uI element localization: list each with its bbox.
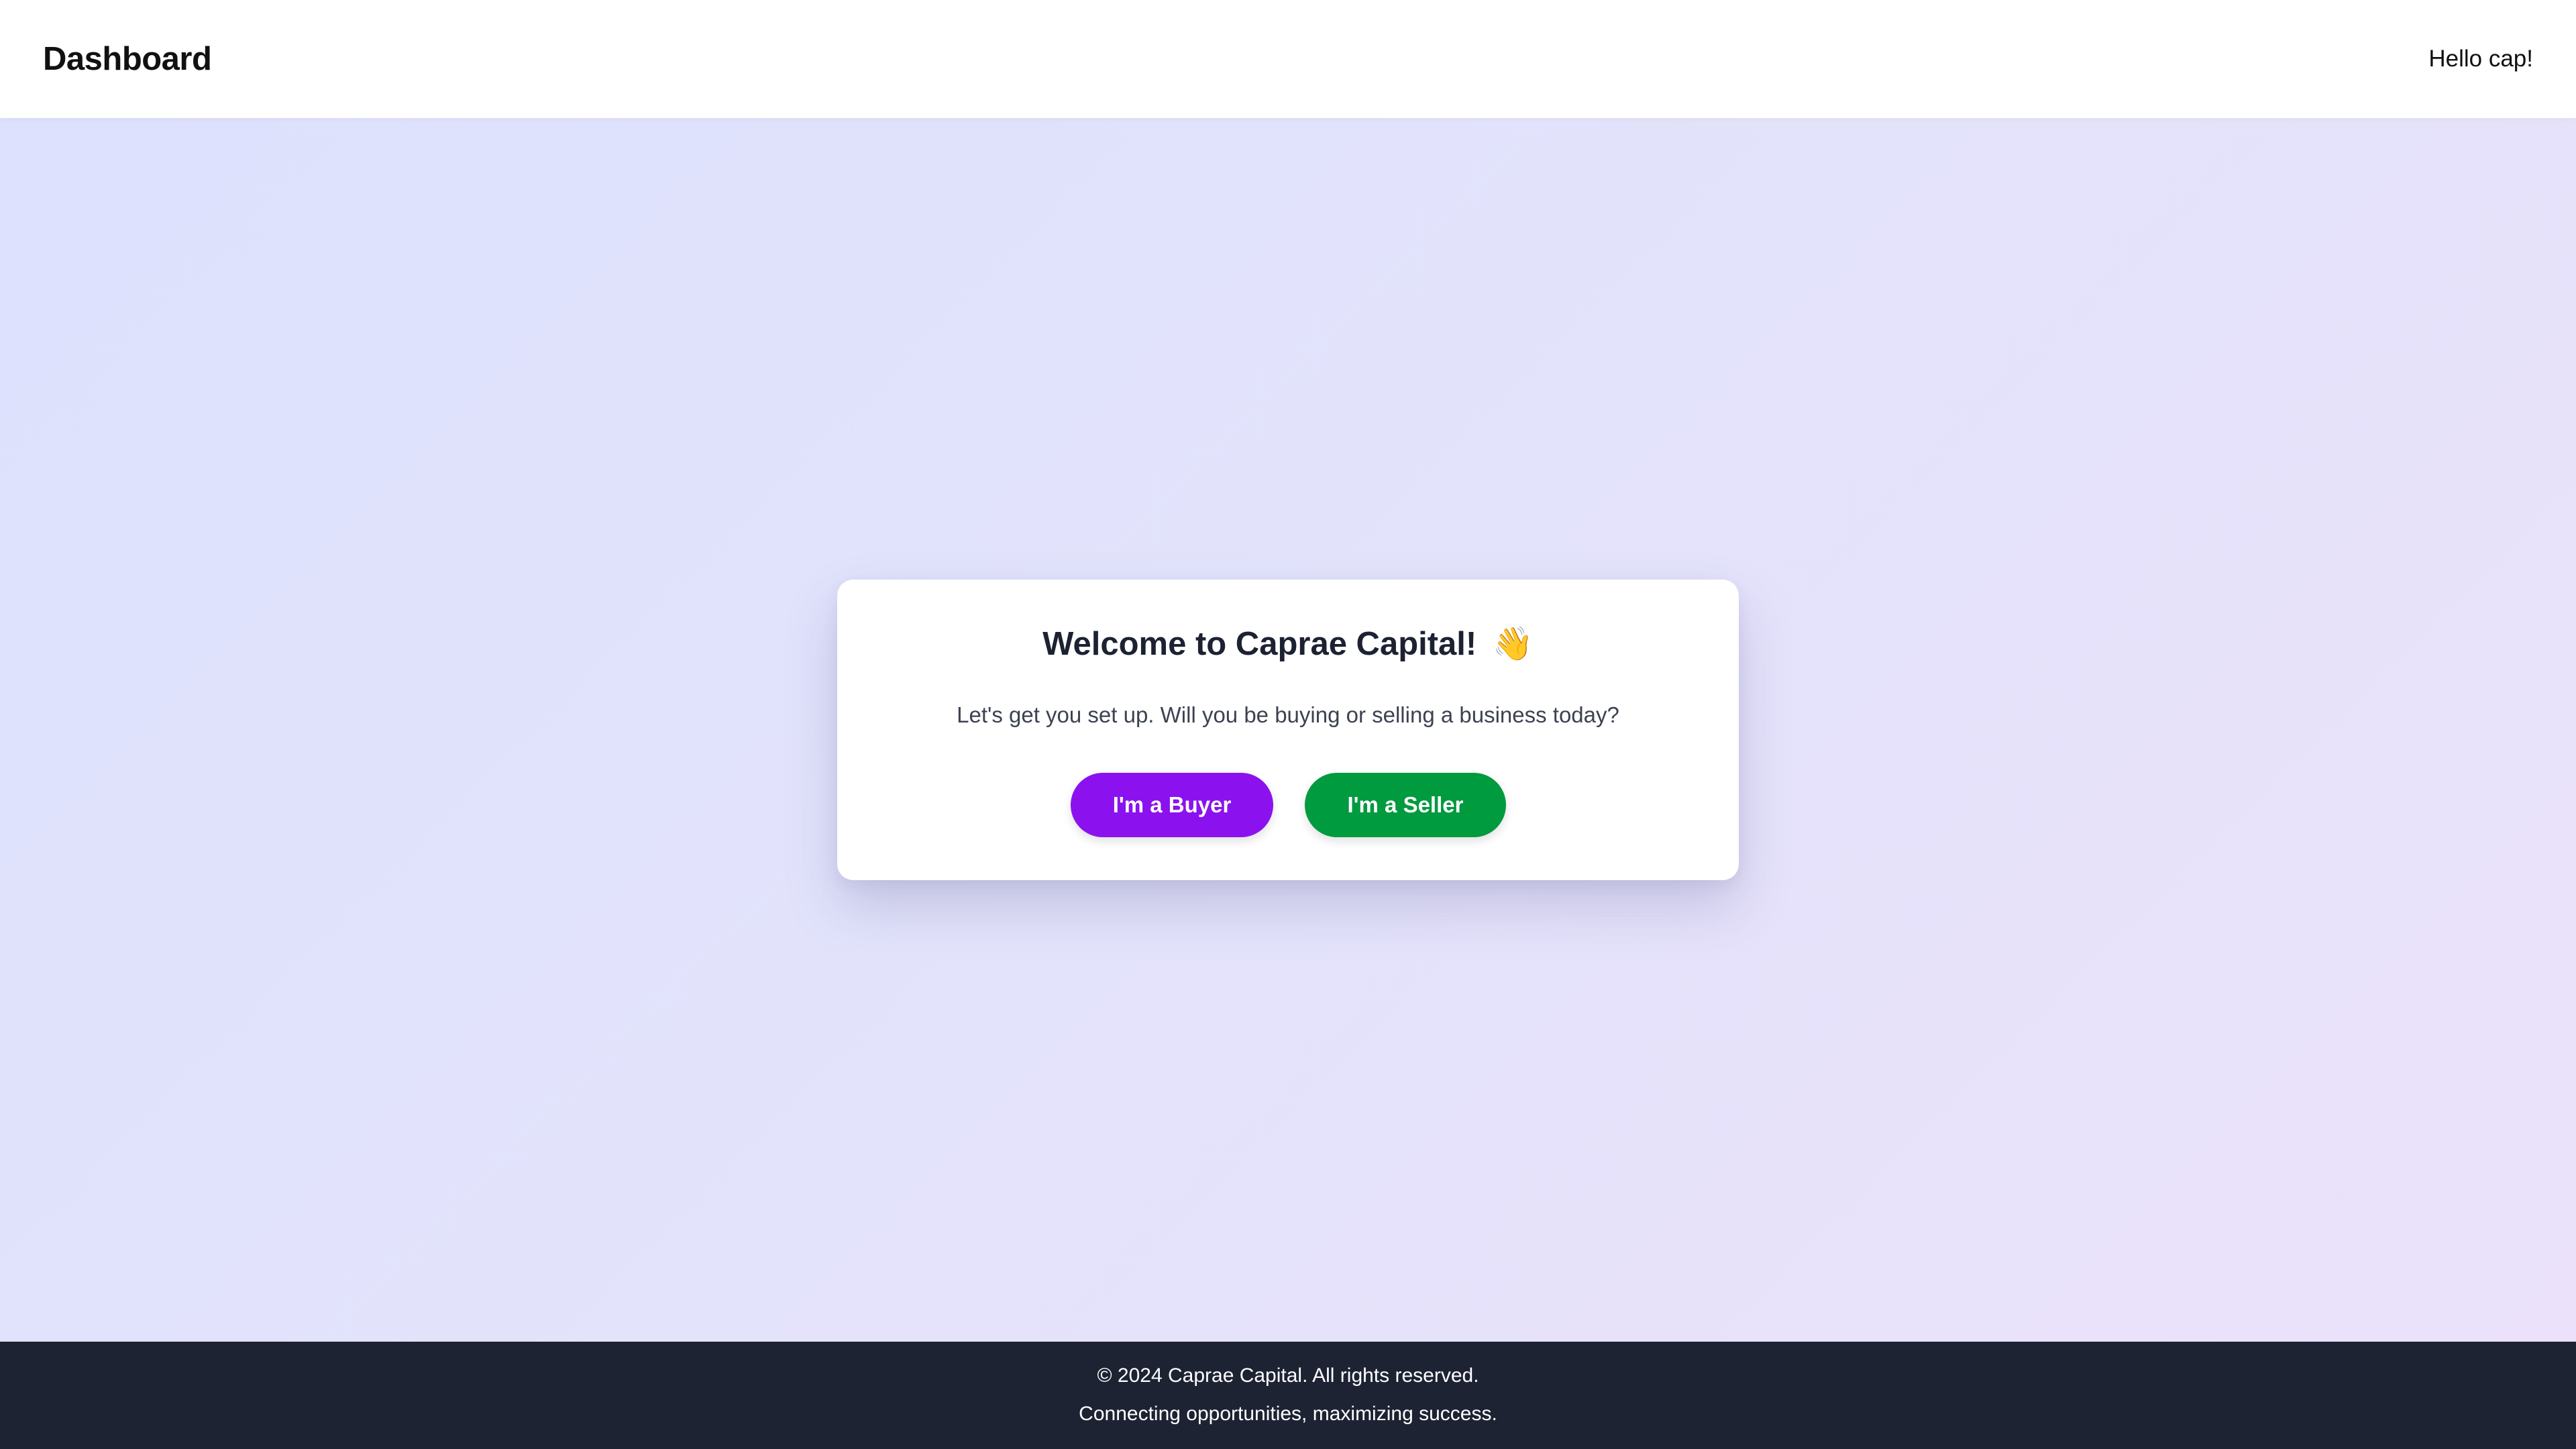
footer-tagline: Connecting opportunities, maximizing suc… bbox=[1079, 1403, 1497, 1425]
main-content: Welcome to Caprae Capital! 👋 Let's get y… bbox=[0, 118, 2576, 1342]
user-greeting: Hello cap! bbox=[2428, 46, 2533, 72]
footer-copyright: © 2024 Caprae Capital. All rights reserv… bbox=[1097, 1364, 1479, 1387]
welcome-title: Welcome to Caprae Capital! 👋 bbox=[837, 623, 1739, 665]
page-footer: © 2024 Caprae Capital. All rights reserv… bbox=[0, 1342, 2576, 1449]
top-header: Dashboard Hello cap! bbox=[0, 0, 2576, 118]
page-title: Dashboard bbox=[43, 41, 212, 77]
welcome-title-text: Welcome to Caprae Capital! bbox=[1042, 626, 1477, 662]
welcome-card: Welcome to Caprae Capital! 👋 Let's get y… bbox=[837, 580, 1739, 880]
waving-hand-icon: 👋 bbox=[1492, 626, 1534, 662]
buyer-button[interactable]: I'm a Buyer bbox=[1071, 773, 1273, 837]
seller-button[interactable]: I'm a Seller bbox=[1305, 773, 1506, 837]
welcome-subtitle: Let's get you set up. Will you be buying… bbox=[957, 702, 1619, 727]
